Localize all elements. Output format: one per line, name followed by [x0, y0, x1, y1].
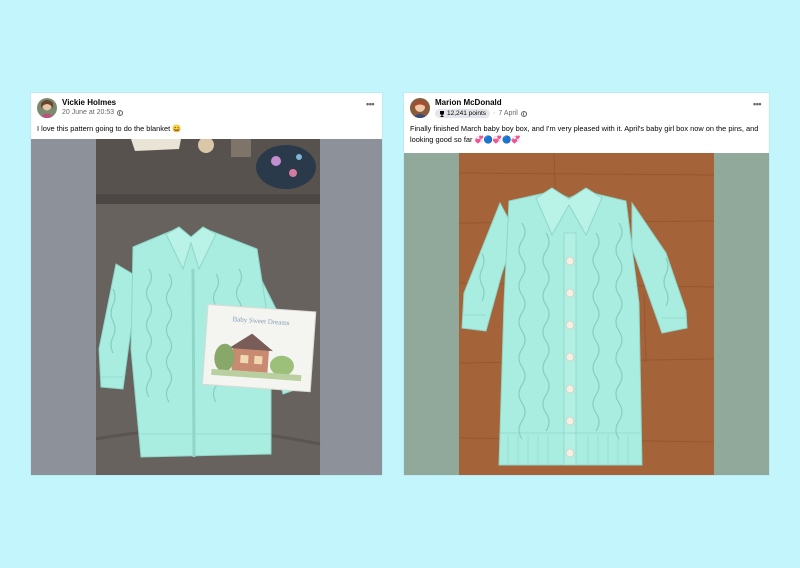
trophy-icon	[440, 110, 444, 117]
post-header: Vickie Holmes 20 June at 20:53 •••	[31, 93, 382, 123]
post-text: Finally finished March baby boy box, and…	[410, 124, 759, 144]
post-date[interactable]: 7 April	[498, 110, 517, 117]
post-card-marion: Marion McDonald 12,241 points · 7 April …	[404, 93, 769, 475]
points-label: 12,241 points	[447, 110, 487, 117]
author-name[interactable]: Marion McDonald	[435, 98, 502, 107]
post-text: I love this pattern going to do the blan…	[37, 124, 182, 133]
globe-icon	[117, 109, 124, 116]
more-options-icon[interactable]: •••	[753, 99, 761, 109]
post-image[interactable]: Baby Sweet Dreams	[31, 139, 382, 475]
avatar[interactable]	[37, 98, 57, 118]
separator: ·	[493, 110, 496, 117]
post-header: Marion McDonald 12,241 points · 7 April …	[404, 93, 769, 123]
avatar[interactable]	[410, 98, 430, 118]
points-badge[interactable]: 12,241 points	[435, 109, 491, 118]
post-card-vickie: Vickie Holmes 20 June at 20:53 ••• I lov…	[31, 93, 382, 475]
author-name[interactable]: Vickie Holmes	[62, 98, 116, 107]
post-image[interactable]	[404, 153, 769, 475]
post-meta: 20 June at 20:53	[62, 109, 124, 116]
globe-icon	[520, 110, 527, 117]
more-options-icon[interactable]: •••	[366, 99, 374, 109]
post-date[interactable]: 20 June at 20:53	[62, 109, 114, 116]
post-meta: 12,241 points · 7 April	[435, 109, 527, 118]
